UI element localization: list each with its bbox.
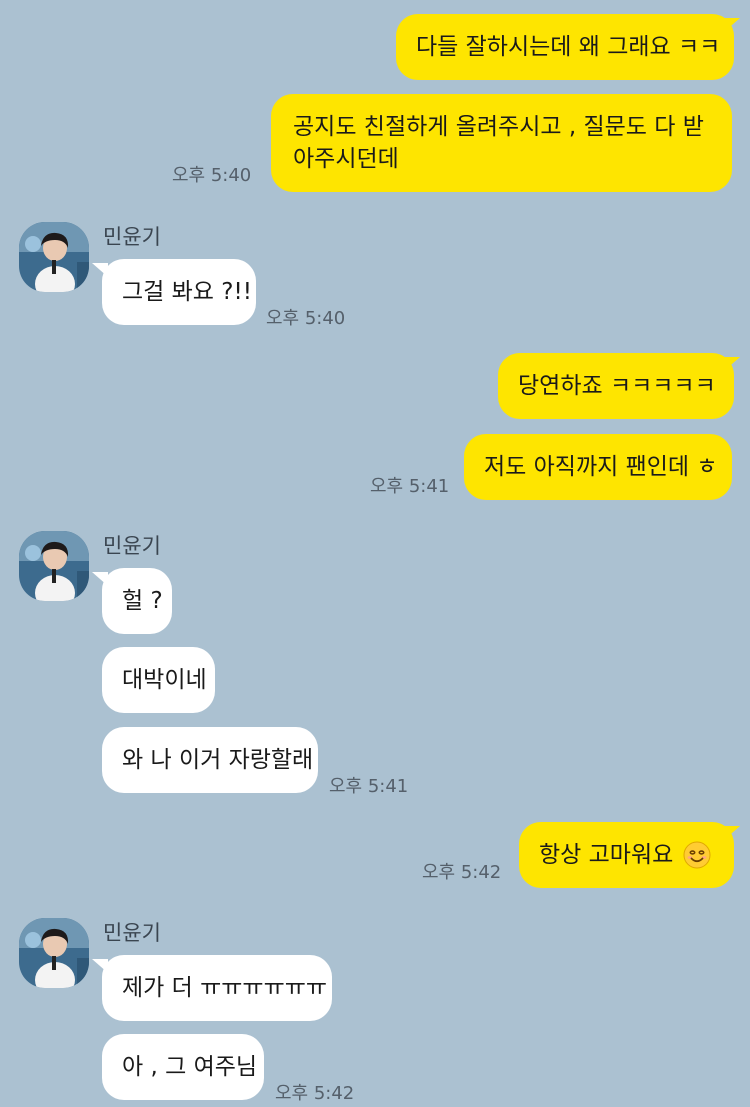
bubble-tail [724, 18, 740, 32]
contact-avatar[interactable] [19, 918, 89, 988]
smiling-face-emoji-icon [683, 841, 711, 869]
their-message-bubble[interactable]: 그걸 봐요 ?!! [102, 259, 256, 325]
message-time: 오후 5:41 [370, 476, 450, 497]
message-text: 제가 더 ㅠㅠㅠㅠㅠㅠ [122, 975, 328, 1001]
message-time: 오후 5:40 [172, 165, 252, 186]
my-message-bubble[interactable]: 다들 잘하시는데 왜 그래요 ㅋㅋ [396, 14, 734, 80]
message-time: 오후 5:42 [422, 862, 502, 883]
message-text: 공지도 친절하게 올려주시고 , 질문도 다 받아주시던데 [293, 114, 704, 172]
message-text: 그걸 봐요 ?!! [122, 279, 252, 305]
their-message-bubble[interactable]: 제가 더 ㅠㅠㅠㅠㅠㅠ [102, 955, 332, 1021]
their-message-bubble[interactable]: 와 나 이거 자랑할래 [102, 727, 318, 793]
message-time: 오후 5:40 [266, 308, 346, 329]
my-message-bubble[interactable]: 당연하죠 ㅋㅋㅋㅋㅋ [498, 353, 734, 419]
contact-name: 민윤기 [103, 225, 161, 249]
message-text: 와 나 이거 자랑할래 [122, 747, 314, 773]
message-time: 오후 5:41 [329, 776, 409, 797]
message-time: 오후 5:42 [275, 1083, 355, 1104]
my-message-bubble[interactable]: 공지도 친절하게 올려주시고 , 질문도 다 받아주시던데 [271, 94, 732, 192]
profile-photo-icon [19, 222, 89, 292]
message-text: 항상 고마워요 [539, 842, 674, 868]
bubble-tail [92, 959, 108, 973]
contact-avatar[interactable] [19, 531, 89, 601]
their-message-bubble[interactable]: 헐 ? [102, 568, 172, 634]
their-message-bubble[interactable]: 대박이네 [102, 647, 215, 713]
message-text: 다들 잘하시는데 왜 그래요 ㅋㅋ [416, 34, 721, 60]
message-text: 대박이네 [122, 667, 207, 693]
bubble-tail [724, 357, 740, 371]
contact-name: 민윤기 [103, 921, 161, 945]
my-message-bubble[interactable]: 항상 고마워요 [519, 822, 734, 888]
message-text: 헐 ? [122, 588, 163, 614]
bubble-tail [92, 263, 108, 277]
chat-room[interactable]: 다들 잘하시는데 왜 그래요 ㅋㅋ 공지도 친절하게 올려주시고 , 질문도 다… [0, 0, 750, 1107]
bubble-tail [92, 572, 108, 586]
their-message-bubble[interactable]: 아 , 그 여주님 [102, 1034, 264, 1100]
contact-name: 민윤기 [103, 534, 161, 558]
bubble-tail [724, 826, 740, 840]
profile-photo-icon [19, 531, 89, 601]
message-text: 저도 아직까지 팬인데 ㅎ [484, 454, 718, 480]
message-text: 당연하죠 ㅋㅋㅋㅋㅋ [518, 373, 716, 399]
my-message-bubble[interactable]: 저도 아직까지 팬인데 ㅎ [464, 434, 732, 500]
message-text: 아 , 그 여주님 [122, 1054, 258, 1080]
profile-photo-icon [19, 918, 89, 988]
contact-avatar[interactable] [19, 222, 89, 292]
